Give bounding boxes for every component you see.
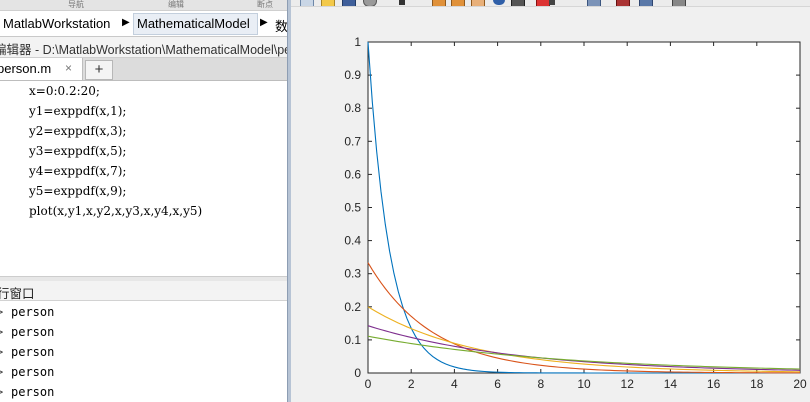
command-text: person: [11, 365, 55, 379]
y-tick-label: 0.6: [344, 167, 361, 181]
close-tab-icon[interactable]: ×: [65, 61, 72, 75]
command-window[interactable]: > person > person > person > person > person: [0, 301, 287, 402]
y-tick-label: 0.9: [344, 68, 361, 82]
x-tick-label: 14: [664, 377, 678, 391]
x-tick-label: 20: [793, 377, 807, 391]
breadcrumb-mathematicalmodel[interactable]: MathematicalModel: [137, 16, 250, 31]
x-tick-label: 18: [750, 377, 764, 391]
command-window-title-bar: 行窗口: [0, 281, 287, 301]
prompt-icon: >: [0, 325, 3, 339]
toolstrip-nav-label: 导航: [68, 0, 84, 9]
code-editor[interactable]: x=0:0.2:20; y1=exppdf(x,1); y2=exppdf(x,…: [0, 81, 287, 276]
figure-window: 0 2 4 6 8 10 12 14 16 18 20 0 0.1 0.2 0.3 0.4 0.5 0.6 0.7…: [291, 0, 810, 402]
matlab-desktop-panel: 导航 编辑 断点 MatlabWorkstation ▶ Mathematica…: [0, 0, 287, 402]
y-tick-label: 0.5: [344, 201, 361, 215]
code-line[interactable]: y1=exppdf(x,1);: [29, 104, 126, 118]
code-line[interactable]: y3=exppdf(x,5);: [29, 144, 126, 158]
prompt-icon: >: [0, 365, 3, 379]
breadcrumb-arrow-icon[interactable]: ▶: [122, 17, 130, 28]
toolstrip-breakpoint-label: 断点: [257, 0, 273, 9]
editor-tab-person[interactable]: person.m ×: [0, 58, 83, 80]
plot-canvas: 0 2 4 6 8 10 12 14 16 18 20 0 0.1 0.2 0.3 0.4 0.5 0.6 0.7…: [344, 35, 807, 391]
axes-background: [367, 41, 801, 374]
x-tick-label: 4: [451, 377, 458, 391]
toolstrip-edit-label: 编辑: [168, 0, 184, 9]
x-tick-label: 12: [621, 377, 635, 391]
prompt-icon: >: [0, 345, 3, 359]
current-folder-address-bar[interactable]: MatlabWorkstation ▶ MathematicalModel ▶ …: [0, 11, 287, 37]
y-tick-label: 0: [354, 366, 361, 380]
command-window-title: 行窗口: [0, 287, 35, 301]
code-line[interactable]: y2=exppdf(x,3);: [29, 124, 126, 138]
prompt-icon: >: [0, 385, 3, 399]
y-tick-label: 0.2: [344, 300, 361, 314]
command-text: person: [11, 325, 55, 339]
code-line[interactable]: y5=exppdf(x,9);: [29, 184, 126, 198]
y-tick-label: 0.1: [344, 333, 361, 347]
code-line[interactable]: y4=exppdf(x,7);: [29, 164, 126, 178]
add-tab-button[interactable]: +: [85, 60, 113, 80]
breadcrumb-arrow-icon[interactable]: ▶: [260, 17, 268, 28]
x-tick-label: 10: [577, 377, 591, 391]
y-tick-label: 0.8: [344, 101, 361, 115]
editor-tab-row: person.m × +: [0, 58, 287, 81]
breadcrumb-next-folder[interactable]: 数: [275, 16, 287, 35]
toolstrip-section-labels: 导航 编辑 断点: [0, 0, 287, 11]
code-line[interactable]: plot(x,y1,x,y2,x,y3,x,y4,x,y5): [29, 204, 202, 218]
code-line[interactable]: x=0:0.2:20;: [29, 84, 100, 98]
editor-title: 编辑器 - D:\MatlabWorkstation\MathematicalM…: [0, 43, 287, 57]
x-tick-label: 8: [537, 377, 544, 391]
command-text: person: [11, 345, 55, 359]
y-tick-label: 1: [354, 35, 361, 49]
x-tick-label: 2: [408, 377, 415, 391]
command-text: person: [11, 385, 55, 399]
x-tick-label: 0: [365, 377, 372, 391]
prompt-icon: >: [0, 305, 3, 319]
y-tick-label: 0.7: [344, 134, 361, 148]
editor-tab-label: person.m: [0, 61, 52, 76]
y-tick-label: 0.3: [344, 267, 361, 281]
breadcrumb-matlabworkstation[interactable]: MatlabWorkstation: [3, 16, 110, 31]
editor-title-bar: 编辑器 - D:\MatlabWorkstation\MathematicalM…: [0, 37, 287, 58]
x-tick-label: 6: [494, 377, 501, 391]
command-text: person: [11, 305, 55, 319]
x-tick-label: 16: [707, 377, 721, 391]
y-tick-label: 0.4: [344, 234, 361, 248]
